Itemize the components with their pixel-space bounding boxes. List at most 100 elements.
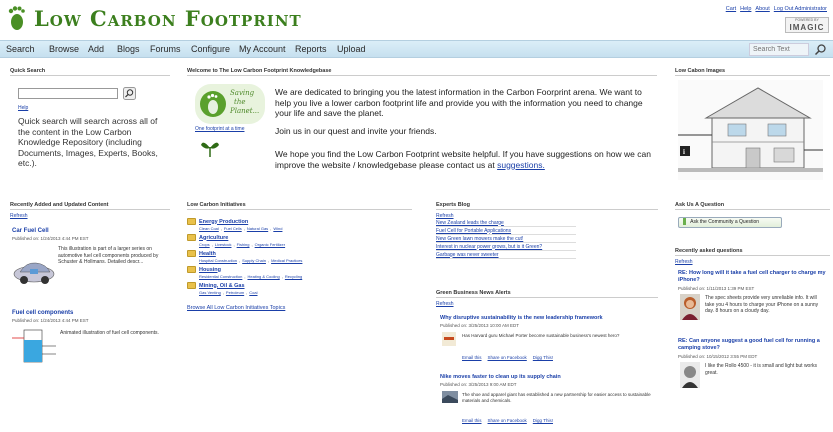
help-link[interactable]: Help	[740, 6, 751, 12]
blog-post-link[interactable]: Garbage was never sweeter	[436, 251, 576, 259]
quick-search-title: Quick Search	[10, 68, 170, 76]
news-refresh-link[interactable]: Refresh	[436, 301, 658, 307]
question-title[interactable]: RE: Can anyone suggest a good fuel cell …	[678, 338, 828, 352]
sub-link[interactable]: Natural Gas	[247, 226, 268, 231]
sub-link[interactable]: Hospital Construction	[199, 258, 237, 263]
news-summary: Has Harvard guru Michael Porter become s…	[462, 333, 620, 338]
sub-link[interactable]: Clean Coal	[199, 226, 219, 231]
recent-item-title[interactable]: Fuel cell components	[12, 310, 73, 316]
ask-question-button[interactable]: Ask the Community a Question	[678, 217, 782, 228]
browse-all-initiatives-link[interactable]: Browse All Low Carbon Initiatives Topics	[187, 305, 412, 311]
experts-blog-title: Experts Blog	[436, 202, 658, 210]
sub-link[interactable]: Crops	[199, 242, 210, 247]
question-title[interactable]: RE: How long will it take a fuel cell ch…	[678, 270, 828, 284]
email-this-link[interactable]: Email this	[462, 418, 482, 423]
experts-blog-panel: Experts Blog Refresh New Zealand leads t…	[436, 202, 658, 259]
nav-configure[interactable]: Configure	[191, 44, 230, 54]
sub-link[interactable]: Residential Construction	[199, 274, 242, 279]
question-body: I like the Rollo 4500 - it is small and …	[705, 363, 817, 376]
digg-this-link[interactable]: Digg This!	[533, 355, 553, 360]
welcome-para-2: Join us in our quest and invite your fri…	[275, 126, 437, 136]
user-avatar	[680, 294, 700, 320]
sub-link[interactable]: Livestock	[215, 242, 232, 247]
recent-item-title[interactable]: Car Fuel Cell	[12, 228, 49, 234]
category-link[interactable]: Mining, Oil & Gas	[199, 283, 245, 289]
sub-link[interactable]: Petroleum	[226, 290, 244, 295]
blog-post-link[interactable]: New Zealand leads the charge	[436, 219, 576, 227]
news-date: Published on: 3/25/2013 9:00 AM EDT	[440, 382, 517, 387]
email-this-link[interactable]: Email this	[462, 355, 482, 360]
sub-link[interactable]: Organic Fertilizer	[255, 242, 285, 247]
welcome-para-3-text: We hope you find the Low Carbon Footprin…	[275, 149, 651, 170]
one-footprint-link[interactable]: One footprint at a time	[195, 126, 244, 132]
sub-link[interactable]: Fuel Cells	[224, 226, 242, 231]
category-link[interactable]: Energy Production	[199, 219, 248, 225]
blog-post-link[interactable]: Fuel Cell for Portable Applications	[436, 227, 576, 235]
nav-reports[interactable]: Reports	[295, 44, 327, 54]
question-body: The spec sheets provide very unreliable …	[705, 295, 819, 314]
initiative-category[interactable]: Energy Production	[187, 218, 412, 225]
recent-title: Recently Added and Updated Content	[10, 202, 170, 210]
house-diagram-image[interactable]: i	[678, 80, 823, 180]
nav-forums[interactable]: Forums	[150, 44, 181, 54]
category-link[interactable]: Agriculture	[199, 235, 228, 241]
nav-blogs[interactable]: Blogs	[117, 44, 140, 54]
search-icon[interactable]	[814, 43, 827, 56]
blog-post-link[interactable]: Interest in nuclear power grows, but is …	[436, 243, 576, 251]
sub-link[interactable]: Medical Practices	[271, 258, 302, 263]
category-link[interactable]: Health	[199, 251, 216, 257]
category-link[interactable]: Housing	[199, 267, 221, 273]
initiative-category[interactable]: Housing	[187, 266, 412, 273]
user-avatar	[680, 362, 700, 388]
recent-refresh-link[interactable]: Refresh	[10, 213, 170, 219]
images-title: Low Cabon Images	[675, 68, 830, 76]
questions-refresh-link[interactable]: Refresh	[675, 259, 830, 265]
sub-link[interactable]: Coal	[249, 290, 257, 295]
car-fuel-cell-thumbnail[interactable]	[12, 256, 56, 286]
recent-questions-panel: Recently asked questions Refresh	[675, 248, 830, 265]
nav-search[interactable]: Search	[6, 44, 35, 54]
recent-item-desc: Animated illustration of fuel cell compo…	[60, 330, 159, 336]
about-link[interactable]: About	[755, 6, 769, 12]
fuel-cell-components-thumbnail[interactable]	[12, 326, 56, 368]
category-sublinks: Crops, Livestock, Fishing, Organic Ferti…	[199, 242, 286, 247]
quick-search-help-link[interactable]: Help	[18, 105, 28, 111]
category-sublinks: Residential Construction, Heating & Cool…	[199, 274, 303, 279]
initiative-category[interactable]: Mining, Oil & Gas	[187, 282, 412, 289]
search-input[interactable]	[749, 43, 809, 56]
cart-link[interactable]: Cart	[726, 6, 736, 12]
images-panel: Low Cabon Images	[675, 68, 830, 76]
digg-this-link[interactable]: Digg This!	[533, 418, 553, 423]
logout-link[interactable]: Log Out Administrator	[774, 6, 827, 12]
quick-search-input[interactable]	[18, 88, 118, 99]
news-actions: Email this Share on Facebook Digg This!	[462, 418, 553, 423]
sub-link[interactable]: Recycling	[285, 274, 302, 279]
nav-my-account[interactable]: My Account	[239, 44, 286, 54]
green-footprint-icon	[200, 91, 226, 117]
blog-post-link[interactable]: New Green lawn mowers make the cut!	[436, 235, 576, 243]
site-logo[interactable]: Low Carbon Footprint	[6, 4, 302, 32]
suggestions-link[interactable]: suggestions.	[497, 160, 545, 170]
sub-link[interactable]: Wind	[273, 226, 282, 231]
initiative-category[interactable]: Agriculture	[187, 234, 412, 241]
share-facebook-link[interactable]: Share on Facebook	[488, 355, 527, 360]
nav-add[interactable]: Add	[88, 44, 104, 54]
nav-upload[interactable]: Upload	[337, 44, 366, 54]
category-sublinks: Gas Venting, Petroleum, Coal	[199, 290, 258, 295]
recent-item-date: Published on: 1/24/2013 4:44 PM EST	[12, 236, 89, 241]
initiative-category[interactable]: Health	[187, 250, 412, 257]
sub-link[interactable]: Heating & Cooling	[247, 274, 279, 279]
sub-link[interactable]: Fishing	[237, 242, 250, 247]
nav-browse[interactable]: Browse	[49, 44, 79, 54]
news-headline[interactable]: Why disruptive sustainability is the new…	[440, 315, 603, 321]
share-facebook-link[interactable]: Share on Facebook	[488, 418, 527, 423]
quick-search-icon[interactable]	[123, 87, 136, 100]
ask-button-label: Ask the Community a Question	[690, 219, 760, 225]
news-summary: The shoe and apparel giant has establish…	[462, 392, 651, 403]
recent-item-desc: This illustration is part of a larger se…	[58, 246, 159, 265]
folder-icon	[187, 250, 196, 257]
sub-link[interactable]: Gas Venting	[199, 290, 221, 295]
sub-link[interactable]: Supply Chain	[242, 258, 266, 263]
news-headline[interactable]: Nike moves faster to clean up its supply…	[440, 374, 561, 380]
question-date: Published on: 10/15/2012 3:55 PM EDT	[678, 354, 758, 359]
